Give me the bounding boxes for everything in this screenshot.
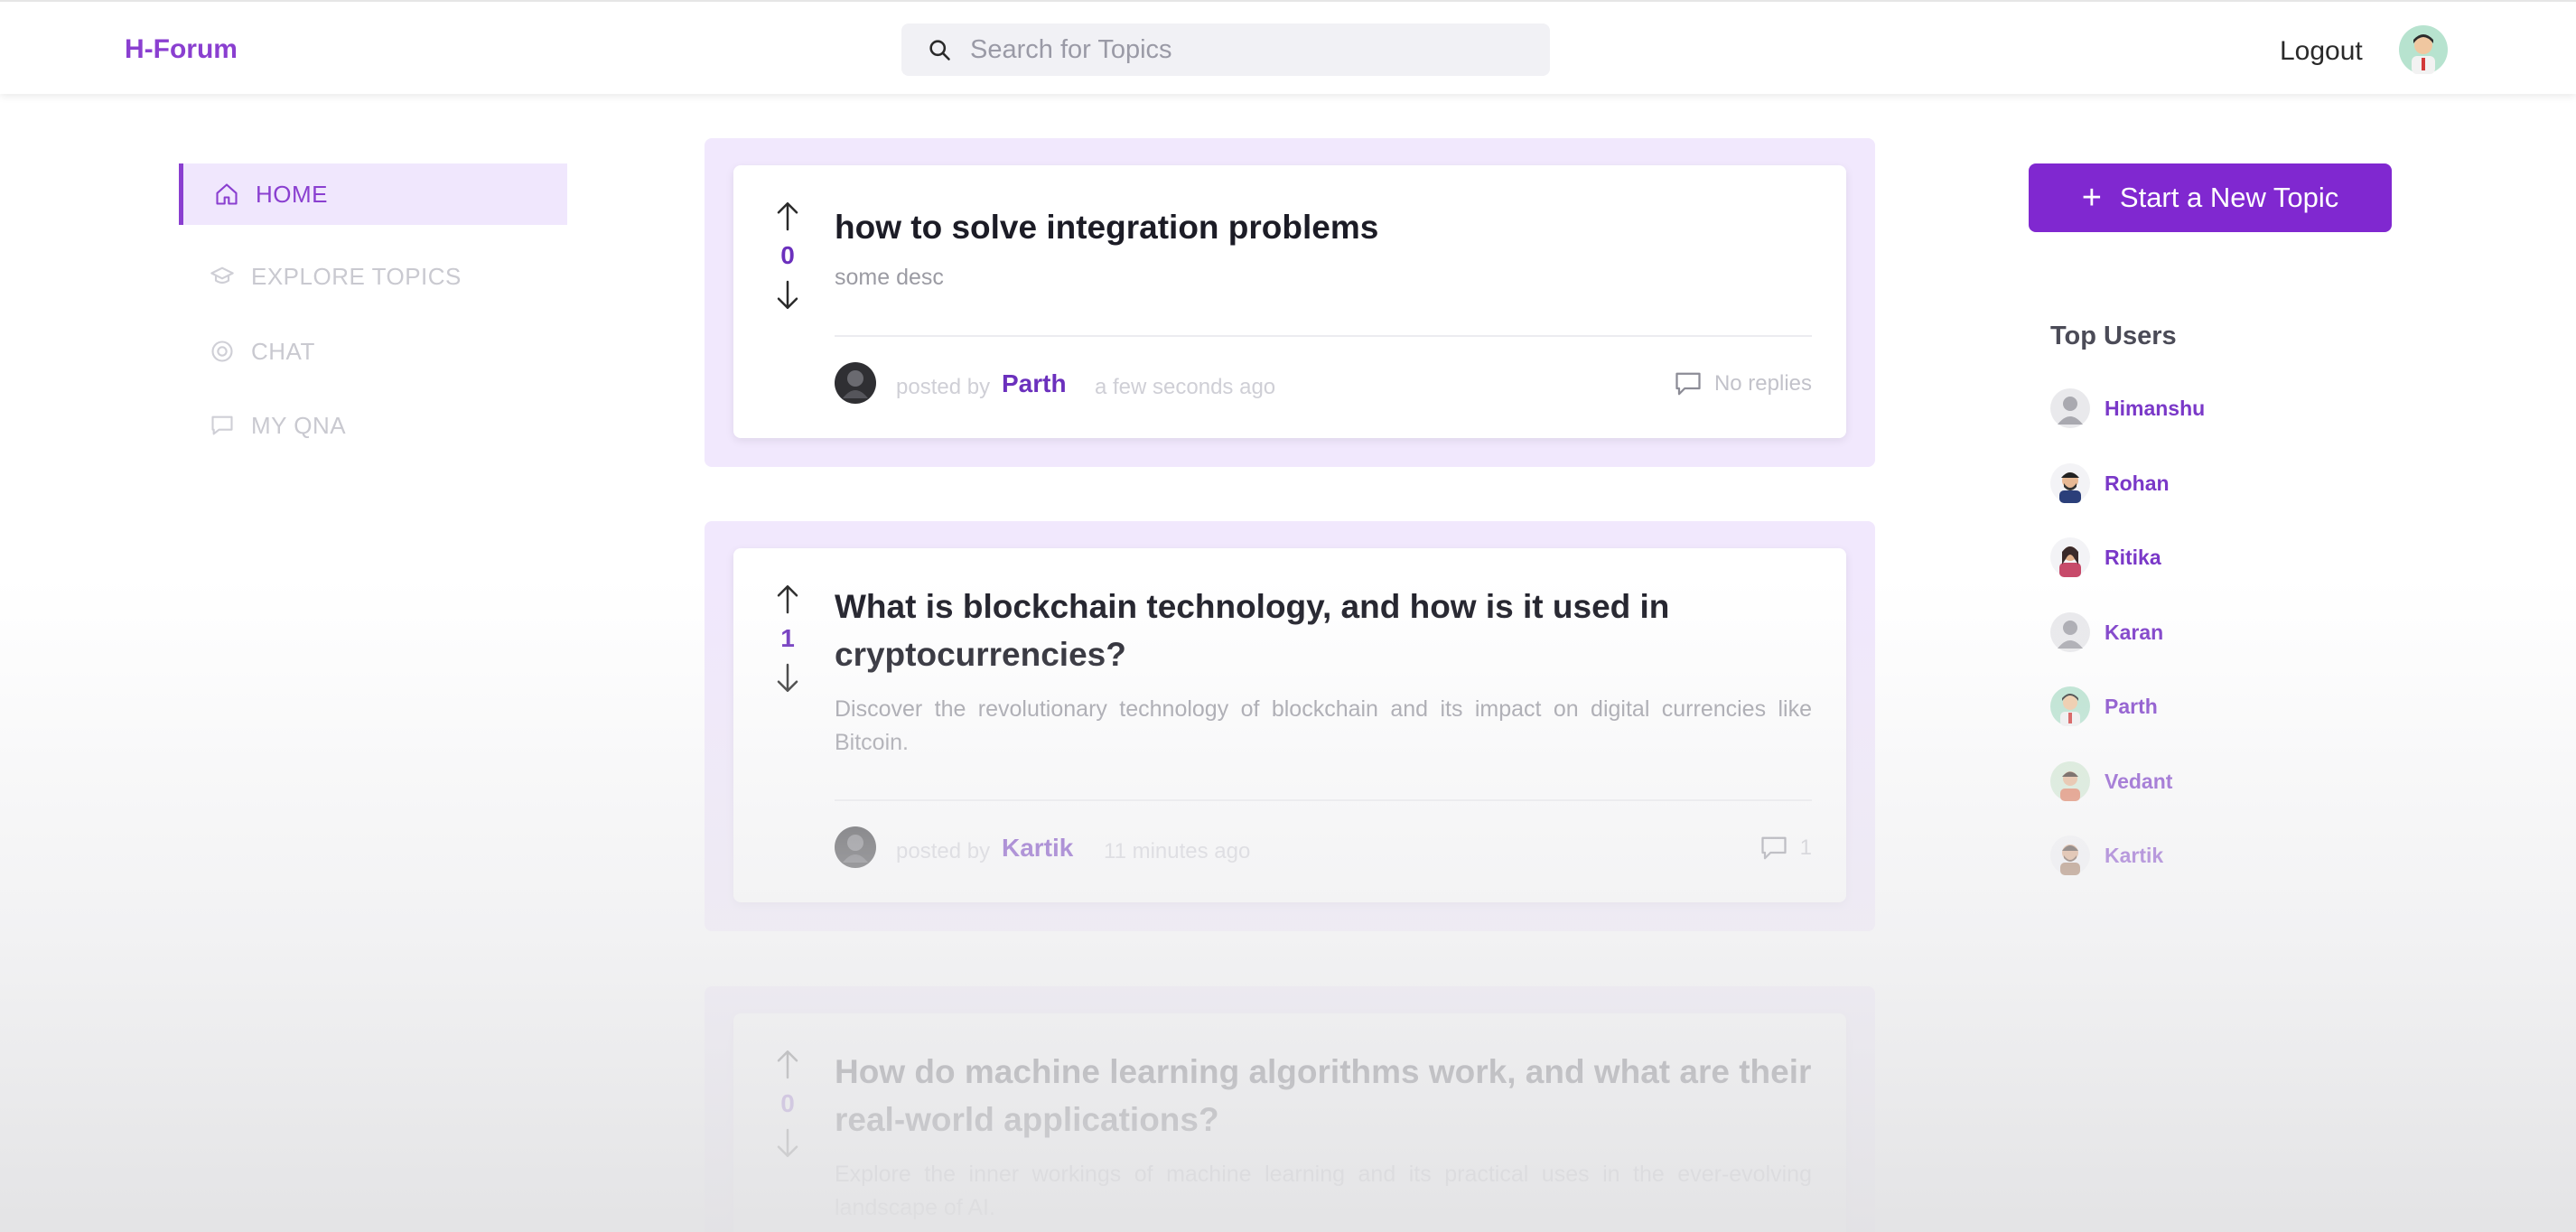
top-user-name: Vedant: [2105, 769, 2173, 793]
brand-logo[interactable]: H-Forum: [125, 34, 238, 65]
vote-control: 0: [770, 1048, 806, 1160]
user-avatar-icon: [2050, 463, 2090, 503]
comment-icon: [211, 415, 233, 435]
author-avatar-icon[interactable]: [835, 362, 876, 404]
replies-indicator[interactable]: 1: [1760, 835, 1812, 861]
vote-count: 0: [780, 241, 795, 269]
sidebar-item-explore-topics[interactable]: EXPLORE TOPICS: [179, 246, 567, 307]
post-title[interactable]: How do machine learning algorithms work,…: [835, 1048, 1819, 1143]
posted-by-label: posted by: [896, 839, 991, 863]
top-user-item[interactable]: Ritika: [2050, 536, 2161, 579]
sidebar-item-label: MY QNA: [251, 411, 347, 439]
replies-count: No replies: [1713, 371, 1812, 396]
user-avatar-icon: [2050, 612, 2090, 652]
downvote-arrow-icon[interactable]: [774, 662, 801, 695]
post-meta: posted by Kartik 11 minutes ago 1: [835, 826, 1812, 870]
top-user-item[interactable]: Himanshu: [2050, 387, 2205, 430]
author-avatar-icon[interactable]: [835, 826, 876, 868]
top-navbar: H-Forum Logout: [0, 0, 2576, 94]
post-divider: [835, 335, 1812, 337]
top-user-name: Parth: [2105, 694, 2158, 718]
replies-count: 1: [1799, 835, 1812, 860]
post-description: Explore the inner workings of machine le…: [835, 1162, 1812, 1220]
top-user-item[interactable]: Kartik: [2050, 834, 2163, 877]
sidebar-item-label: EXPLORE TOPICS: [251, 262, 462, 290]
top-user-name: Rohan: [2105, 471, 2170, 495]
post-description: Discover the revolutionary technology of…: [835, 696, 1812, 755]
upvote-arrow-icon[interactable]: [774, 200, 801, 232]
top-user-item[interactable]: Karan: [2050, 611, 2163, 654]
home-icon: [216, 183, 238, 205]
top-user-item[interactable]: Rohan: [2050, 462, 2170, 505]
top-user-name: Kartik: [2105, 843, 2164, 867]
post-divider: [835, 799, 1812, 801]
sidebar-item-chat[interactable]: CHAT: [179, 321, 567, 382]
user-avatar-icon: [2050, 761, 2090, 801]
sidebar-item-home[interactable]: HOME: [179, 163, 567, 225]
post-description: some desc: [835, 265, 944, 290]
post-card[interactable]: 0 how to solve integration problems some…: [733, 165, 1846, 438]
posted-by-label: posted by: [896, 375, 991, 399]
upvote-arrow-icon[interactable]: [774, 583, 801, 615]
replies-indicator[interactable]: No replies: [1675, 371, 1812, 397]
sidebar-item-label: CHAT: [251, 337, 315, 365]
start-new-topic-button[interactable]: + Start a New Topic: [2029, 163, 2392, 232]
comment-icon: [1675, 372, 1701, 396]
start-new-topic-label: Start a New Topic: [2119, 182, 2339, 213]
user-avatar-icon: [2050, 388, 2090, 428]
post-time: 11 minutes ago: [1104, 839, 1251, 863]
post-container: 0 how to solve integration problems some…: [705, 138, 1875, 467]
top-user-name: Himanshu: [2105, 396, 2206, 420]
search-icon: [929, 40, 950, 61]
upvote-arrow-icon[interactable]: [774, 1048, 801, 1080]
plus-icon: +: [2081, 178, 2102, 217]
post-title[interactable]: how to solve integration problems: [835, 203, 1819, 251]
top-user-name: Karan: [2105, 620, 2164, 644]
post-meta: posted by Parth a few seconds ago No rep…: [835, 362, 1812, 406]
search-input[interactable]: [970, 23, 1530, 76]
downvote-arrow-icon[interactable]: [774, 1127, 801, 1160]
comment-icon: [1761, 836, 1787, 860]
top-user-name: Ritika: [2105, 545, 2161, 569]
downvote-arrow-icon[interactable]: [774, 279, 801, 312]
user-avatar-icon: [2050, 537, 2090, 577]
user-avatar-icon[interactable]: [2399, 25, 2448, 74]
sidebar-item-my-qna[interactable]: MY QNA: [179, 395, 567, 456]
post-container: 0 How do machine learning algorithms wor…: [705, 986, 1875, 1232]
logout-button[interactable]: Logout: [2280, 36, 2363, 67]
vote-count: 0: [780, 1089, 795, 1117]
post-title[interactable]: What is blockchain technology, and how i…: [835, 583, 1819, 678]
post-author[interactable]: Kartik: [1002, 834, 1073, 863]
vote-count: 1: [780, 624, 795, 652]
post-time: a few seconds ago: [1095, 375, 1276, 399]
top-user-item[interactable]: Parth: [2050, 685, 2158, 728]
post-card[interactable]: 1 What is blockchain technology, and how…: [733, 548, 1846, 902]
post-author[interactable]: Parth: [1002, 369, 1067, 398]
post-container: 1 What is blockchain technology, and how…: [705, 521, 1875, 931]
top-users-heading: Top Users: [2050, 322, 2177, 350]
vote-control: 0: [770, 200, 806, 312]
post-card[interactable]: 0 How do machine learning algorithms wor…: [733, 1013, 1846, 1232]
vote-control: 1: [770, 583, 806, 695]
user-avatar-icon: [2050, 835, 2090, 875]
chat-circle-icon: [211, 341, 233, 362]
top-user-item[interactable]: Vedant: [2050, 760, 2172, 803]
sidebar-item-label: HOME: [256, 180, 328, 208]
user-avatar-icon: [2050, 686, 2090, 726]
graduation-cap-icon: [210, 266, 234, 285]
search-bar[interactable]: [901, 23, 1550, 76]
